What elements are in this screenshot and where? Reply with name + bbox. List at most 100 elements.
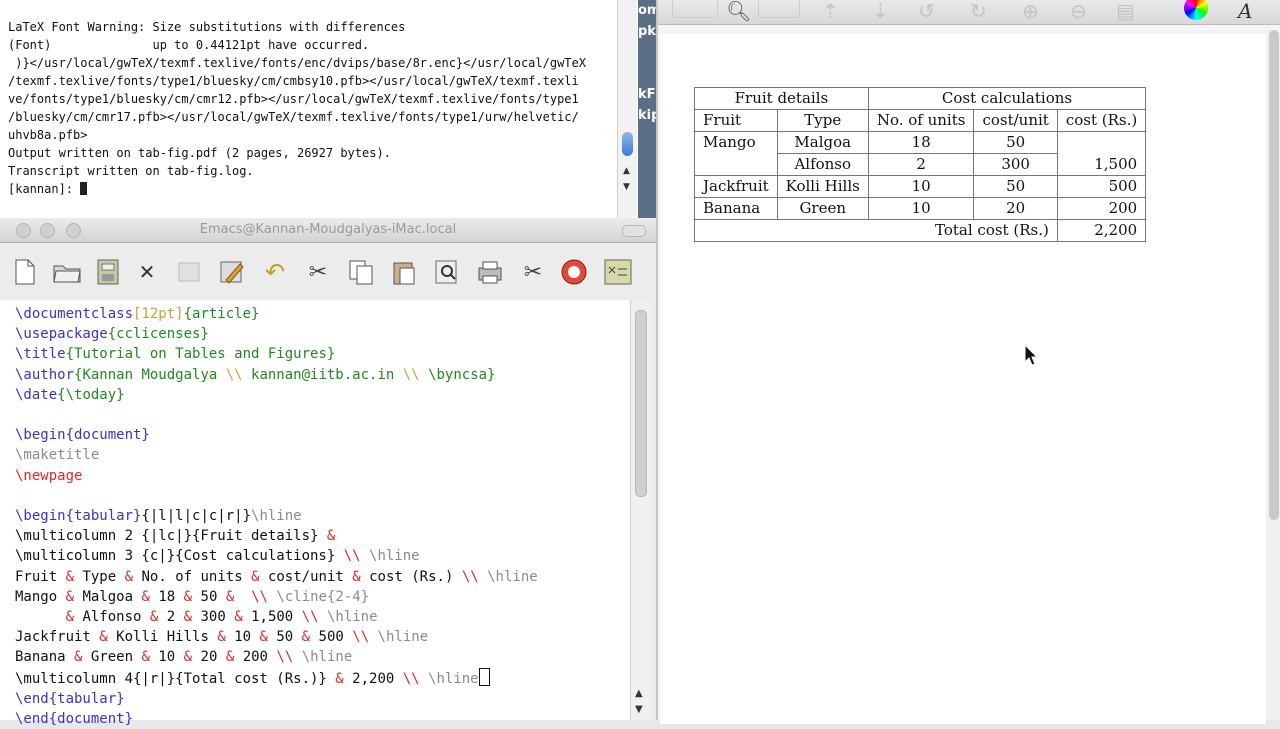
viewer-scrollbar[interactable] — [1266, 30, 1280, 720]
zoom-out-icon[interactable]: ⊖ — [1070, 0, 1087, 22]
latex-icon[interactable] — [603, 257, 633, 287]
print-icon[interactable]: ▤ — [1116, 0, 1135, 22]
scrollbar-thumb[interactable] — [622, 132, 633, 156]
code-token: Kolli Hills — [116, 629, 218, 646]
code-line: \begin{document} — [15, 425, 538, 445]
terminal-prompt-line[interactable]: [kannan]: — [8, 180, 608, 198]
page-up-icon[interactable]: ⇡ — [822, 0, 839, 22]
strip-text: kF — [638, 87, 656, 102]
disabled-icon — [174, 257, 204, 287]
open-folder-icon[interactable] — [52, 257, 82, 287]
help-icon[interactable] — [559, 257, 589, 287]
scroll-up-arrow-icon[interactable]: ▲ — [635, 688, 643, 699]
column-header: cost (Rs.) — [1056, 109, 1147, 132]
print-icon[interactable] — [475, 257, 505, 287]
code-editor[interactable]: \documentclass[12pt]{article} \usepackage… — [0, 300, 630, 727]
emacs-title-bar[interactable]: Emacs@Kannan-Moudgalyas-iMac.local — [0, 218, 656, 243]
code-token: {|l|l|c|c|r|} — [141, 508, 252, 525]
write-icon[interactable] — [217, 257, 247, 287]
search-icon[interactable]: 🔍︎ — [726, 0, 751, 22]
code-token: \date — [15, 386, 58, 403]
pdf-viewer-window[interactable]: 🔍︎ ⇡ ⇣ ↺ ↻ ⊕ ⊖ ▤ A Fruit details Cost ca… — [656, 0, 1280, 724]
table-cell: 10 — [867, 197, 975, 220]
total-value: 2,200 — [1056, 219, 1147, 242]
code-token: cost/unit — [267, 568, 353, 585]
scroll-up-arrow-icon[interactable]: ▲ — [623, 166, 630, 176]
toolbar-toggle-button[interactable] — [622, 225, 646, 237]
code-token: Banana — [15, 649, 75, 666]
code-token: \hline — [369, 629, 429, 646]
code-token: & — [301, 629, 311, 646]
rotate-left-icon[interactable]: ↺ — [918, 0, 935, 22]
terminal-line: Output written on tab-fig.pdf (2 pages, … — [8, 146, 391, 160]
terminal-window[interactable]: LaTeX Font Warning: Size substitutions w… — [0, 0, 638, 218]
code-token: \begin — [15, 508, 66, 525]
table-cell: 20 — [973, 197, 1058, 220]
table-cell: 10 — [867, 175, 975, 198]
color-wheel-icon[interactable] — [1184, 0, 1208, 20]
scroll-down-arrow-icon[interactable]: ▼ — [623, 182, 630, 192]
code-token: & — [217, 629, 226, 646]
tools-icon[interactable]: ✂ — [518, 257, 548, 287]
code-line: Mango & Malgoa & 18 & 50 & \\ \cline{2-4… — [15, 587, 538, 607]
paste-icon[interactable] — [389, 257, 419, 287]
font-icon[interactable]: A — [1238, 0, 1252, 22]
sidebar-toggle-button[interactable] — [672, 0, 718, 18]
code-token: & — [183, 588, 193, 605]
code-token: \cline{2-4} — [267, 588, 370, 605]
terminal-line: )}</usr/local/gwTeX/texmf.texlive/fonts/… — [8, 56, 586, 70]
code-token: & — [141, 649, 150, 666]
terminal-scrollbar[interactable]: ▲ ▼ — [617, 0, 637, 218]
code-token: \byncsa} — [419, 366, 496, 383]
scroll-down-arrow-icon[interactable]: ▼ — [635, 704, 643, 715]
search-icon[interactable] — [432, 257, 462, 287]
code-token: 18 — [158, 588, 184, 605]
code-token: {document} — [48, 711, 134, 728]
code-token: & — [141, 588, 150, 605]
new-file-icon[interactable] — [10, 257, 40, 287]
code-line: \author{Kannan Moudgalya \\ kannan@iitb.… — [15, 365, 538, 385]
emacs-window[interactable]: Emacs@Kannan-Moudgalyas-iMac.local ✕ ↶ ✂… — [0, 218, 656, 727]
code-token: \\ — [461, 568, 479, 585]
code-token: \title — [15, 346, 66, 363]
zoom-in-icon[interactable]: ⊕ — [1022, 0, 1039, 22]
search-field[interactable] — [758, 0, 800, 18]
scrollbar-thumb[interactable] — [1269, 30, 1279, 520]
table-cell: 50 — [973, 175, 1058, 198]
page-down-icon[interactable]: ⇣ — [872, 0, 889, 22]
code-line: \multicolumn 2 {|lc|}{Fruit details} & — [15, 526, 538, 546]
table-cell: Kolli Hills — [776, 175, 869, 198]
table-cell: Jackfruit — [694, 175, 778, 198]
code-line: \maketitle — [15, 445, 538, 465]
terminal-line: uhvb8a.pfb> — [8, 128, 88, 142]
code-line: Fruit & Type & No. of units & cost/unit … — [15, 567, 538, 587]
code-token: 2 — [166, 609, 184, 626]
table-cell: 2 — [867, 153, 975, 176]
code-token: Malgoa — [82, 588, 142, 605]
rotate-right-icon[interactable]: ↻ — [970, 0, 987, 22]
code-token: Mango — [15, 588, 66, 605]
code-token: \multicolumn 4{|r|}{Total cost (Rs.)} — [15, 670, 336, 687]
code-token: \hline — [251, 508, 302, 525]
copy-icon[interactable] — [346, 257, 376, 287]
editor-scrollbar[interactable]: ▲ ▼ — [630, 300, 651, 720]
mouse-pointer-icon — [1024, 344, 1038, 366]
cut-icon[interactable]: ✂ — [303, 257, 333, 287]
code-token: \usepackage — [15, 326, 108, 343]
group-header-cost-calculations: Cost calculations — [867, 87, 1147, 110]
code-token: & — [65, 568, 75, 585]
table-group-header-row: Fruit details Cost calculations — [694, 87, 1147, 110]
code-token: \end — [15, 711, 49, 728]
scrollbar-thumb[interactable] — [635, 310, 647, 497]
undo-icon[interactable]: ↶ — [260, 257, 290, 287]
code-token: \hline — [419, 670, 479, 687]
code-token: \hline — [293, 649, 353, 666]
close-icon[interactable]: ✕ — [132, 257, 162, 287]
strip-text: om — [638, 3, 658, 18]
viewer-toolbar: 🔍︎ ⇡ ⇣ ↺ ↻ ⊕ ⊖ ▤ A — [658, 0, 1280, 25]
table-row: Banana Green 10 20 200 — [694, 197, 1147, 220]
save-icon[interactable] — [93, 257, 123, 287]
table-cell — [1056, 131, 1147, 154]
